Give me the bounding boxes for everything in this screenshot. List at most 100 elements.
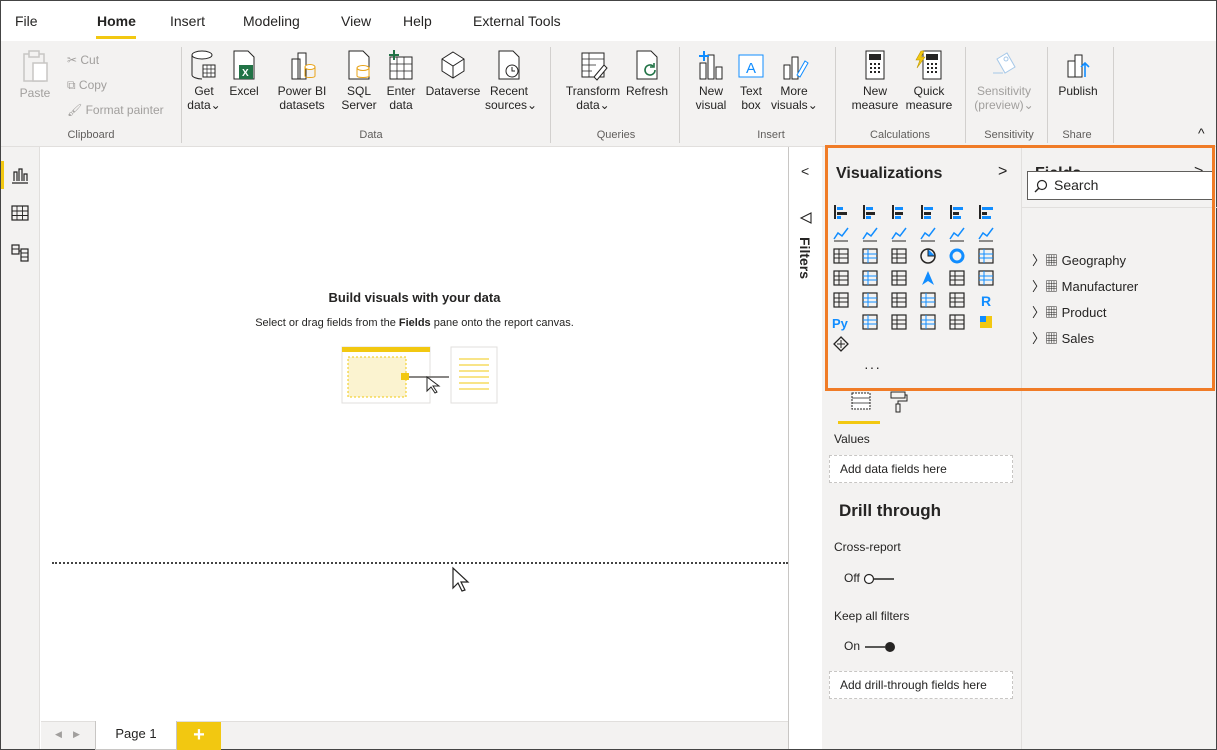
next-page-button[interactable]: ▶ (73, 729, 80, 740)
transform-data-button[interactable]: Transform data⌄ (561, 49, 625, 112)
new-measure-button[interactable]: New measure (849, 49, 901, 112)
python-visual-icon[interactable]: Py (832, 313, 850, 331)
format-paint-roller-icon[interactable] (888, 389, 908, 413)
line-and-stacked-column-chart-icon[interactable] (919, 225, 937, 243)
table-name: Manufacturer (1061, 279, 1139, 294)
add-page-button[interactable]: + (177, 722, 221, 750)
report-view-icon[interactable] (10, 165, 30, 185)
multi-row-card-icon[interactable] (832, 291, 850, 309)
chevron-right-icon: 〉 (1032, 331, 1046, 346)
power-apps-icon[interactable] (832, 335, 850, 353)
slicer-icon[interactable] (890, 291, 908, 309)
table-item-geography[interactable]: 〉▦ Geography (1032, 250, 1126, 269)
enter-data-button[interactable]: Enter data (383, 49, 419, 112)
page-tab-page1[interactable]: Page 1 (95, 721, 177, 750)
expand-visualizations-button[interactable]: > (998, 163, 1007, 181)
new-visual-button[interactable]: New visual (691, 49, 731, 112)
subtitle-text-2: pane onto the report canvas. (430, 317, 574, 329)
sql-server-button[interactable]: SQL Server (341, 49, 377, 112)
filters-label[interactable]: Filters (797, 237, 813, 279)
ribbon-chart-icon[interactable] (977, 225, 995, 243)
menu-home[interactable]: Home (97, 13, 136, 29)
collapse-pane-button[interactable]: < (801, 163, 809, 179)
refresh-button[interactable]: Refresh (625, 49, 669, 98)
100-stacked-bar-chart-icon[interactable] (948, 203, 966, 221)
keep-all-filters-toggle[interactable]: On (844, 639, 897, 653)
fields-wells-tab-icon[interactable] (848, 389, 874, 413)
fields-search-input[interactable]: Search (1027, 171, 1213, 200)
insert-group-label: Insert (757, 129, 785, 141)
chevron-down-icon: ⌄ (1023, 98, 1034, 112)
drill-through-dropzone[interactable]: Add drill-through fields here (829, 671, 1013, 699)
menu-insert[interactable]: Insert (170, 13, 205, 29)
table-item-sales[interactable]: 〉▦ Sales (1032, 328, 1094, 347)
stacked-column-chart-icon[interactable] (861, 203, 879, 221)
key-influencers-icon[interactable] (861, 313, 879, 331)
scatter-chart-icon[interactable] (890, 247, 908, 265)
line-and-clustered-column-chart-icon[interactable] (948, 225, 966, 243)
smart-narrative-icon[interactable] (948, 313, 966, 331)
menu-help[interactable]: Help (403, 13, 432, 29)
menu-modeling[interactable]: Modeling (243, 13, 300, 29)
area-chart-icon[interactable] (861, 225, 879, 243)
gauge-icon[interactable] (948, 269, 966, 287)
recent-sources-button[interactable]: Recent sources⌄ (485, 49, 537, 112)
shape-map-icon[interactable] (890, 269, 908, 287)
collapse-ribbon-button[interactable]: ^ (1198, 125, 1205, 141)
donut-chart-icon[interactable] (948, 247, 966, 265)
sql-label-2: Server (341, 98, 377, 112)
qa-visual-icon[interactable] (919, 313, 937, 331)
get-data-button[interactable]: Get data⌄ (187, 49, 221, 112)
waterfall-chart-icon[interactable] (832, 247, 850, 265)
decomposition-tree-icon[interactable] (890, 313, 908, 331)
quick-measure-button[interactable]: Quick measure (903, 49, 955, 112)
sensitivity-button[interactable]: Sensitivity (preview)⌄ (971, 49, 1037, 112)
paginated-report-icon[interactable] (977, 313, 995, 331)
copy-button[interactable]: ⧉ Copy (67, 78, 107, 93)
text-box-button[interactable]: A Text box (735, 49, 767, 112)
dataverse-button[interactable]: Dataverse (423, 49, 483, 98)
map-icon[interactable] (832, 269, 850, 287)
table-item-product[interactable]: 〉▦ Product (1032, 302, 1106, 321)
more-visuals-icon (783, 56, 809, 80)
excel-button[interactable]: X Excel (227, 49, 261, 98)
menu-file[interactable]: File (15, 13, 38, 29)
model-view-icon[interactable] (10, 243, 30, 263)
stacked-bar-chart-icon[interactable] (832, 203, 850, 221)
cross-report-toggle[interactable]: Off (844, 571, 897, 585)
new-visual-icon (699, 51, 723, 80)
100-stacked-column-chart-icon[interactable] (977, 203, 995, 221)
filter-funnel-icon (799, 212, 812, 224)
table-item-manufacturer[interactable]: 〉▦ Manufacturer (1032, 276, 1138, 295)
treemap-icon[interactable] (977, 247, 995, 265)
report-canvas[interactable]: Build visuals with your data Select or d… (41, 147, 788, 721)
funnel-chart-icon[interactable] (861, 247, 879, 265)
menu-external-tools[interactable]: External Tools (473, 13, 561, 29)
kpi-icon[interactable] (861, 291, 879, 309)
azure-map-icon[interactable] (919, 269, 937, 287)
pie-chart-icon[interactable] (919, 247, 937, 265)
clustered-bar-chart-icon[interactable] (890, 203, 908, 221)
card-icon[interactable] (977, 269, 995, 287)
matrix-icon[interactable] (948, 291, 966, 309)
r-visual-icon[interactable]: R (977, 291, 995, 309)
stacked-area-chart-icon[interactable] (890, 225, 908, 243)
clustered-column-chart-icon[interactable] (919, 203, 937, 221)
line-chart-icon[interactable] (832, 225, 850, 243)
cut-button[interactable]: ✂ Cut (67, 53, 99, 67)
table-icon[interactable] (919, 291, 937, 309)
data-view-icon[interactable] (10, 203, 30, 223)
keep-filters-state: On (844, 639, 861, 653)
paste-button[interactable]: Paste (19, 49, 51, 100)
filters-pane-collapsed[interactable]: < Filters (788, 147, 822, 749)
more-visuals-ellipsis[interactable]: ··· (864, 359, 881, 375)
menu-view[interactable]: View (341, 13, 371, 29)
values-well-dropzone[interactable]: Add data fields here (829, 455, 1013, 483)
format-painter-button[interactable]: 🖌 Format painter (67, 103, 164, 117)
paste-label: Paste (19, 86, 51, 100)
publish-button[interactable]: Publish (1055, 49, 1101, 98)
prev-page-button[interactable]: ◀ (55, 729, 62, 740)
more-visuals-button[interactable]: More visuals⌄ (771, 49, 818, 112)
filled-map-icon[interactable] (861, 269, 879, 287)
power-bi-datasets-button[interactable]: Power BI datasets (277, 49, 327, 112)
